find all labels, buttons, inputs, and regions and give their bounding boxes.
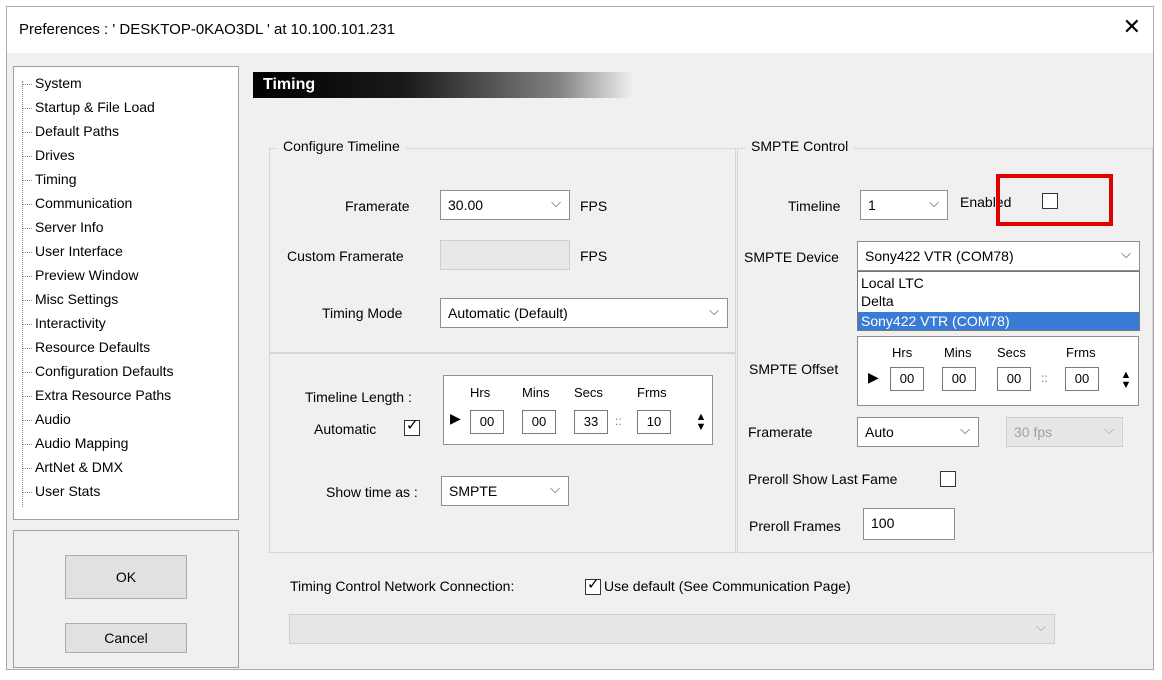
smpte-device-label: SMPTE Device bbox=[744, 249, 839, 265]
section-title: Timing bbox=[263, 76, 316, 93]
smpte-offset-timecode: Hrs Mins Secs Frms ▶ 00 00 00 :: 00 ▲ ▼ bbox=[857, 336, 1139, 406]
smpte-framerate-select[interactable]: Auto ⌵ bbox=[857, 417, 979, 447]
timeline-length-timecode: Hrs Mins Secs Frms ▶ 00 00 33 :: 10 ▲ ▼ bbox=[443, 375, 713, 445]
tree-item-system[interactable]: System bbox=[22, 75, 82, 95]
offset-frames[interactable]: 00 bbox=[1065, 367, 1099, 391]
custom-fps-label: FPS bbox=[580, 248, 608, 264]
play-arrow-icon[interactable]: ▶ bbox=[868, 369, 879, 393]
timeline-length-label: Timeline Length : bbox=[305, 389, 412, 405]
show-time-label: Show time as : bbox=[326, 484, 418, 500]
window-title: Preferences : ' DESKTOP-0KAO3DL ' at 10.… bbox=[19, 21, 395, 38]
smpte-offset-label: SMPTE Offset bbox=[749, 361, 839, 377]
network-connection-select[interactable]: ⌵ bbox=[289, 614, 1055, 644]
smpte-device-dropdown: Local LTC Delta Sony422 VTR (COM78) bbox=[857, 271, 1140, 331]
tree-item-interactivity[interactable]: Interactivity bbox=[22, 315, 106, 335]
smpte-control-title: SMPTE Control bbox=[745, 138, 855, 154]
tree-item-user-interface[interactable]: User Interface bbox=[22, 243, 123, 263]
title-bar: Preferences : ' DESKTOP-0KAO3DL ' at 10.… bbox=[7, 7, 1153, 53]
tree-item-preview-window[interactable]: Preview Window bbox=[22, 267, 138, 287]
tree-item-user-stats[interactable]: User Stats bbox=[22, 483, 100, 503]
offset-hours[interactable]: 00 bbox=[890, 367, 924, 391]
tc-seconds[interactable]: 33 bbox=[574, 410, 608, 434]
use-default-checkbox[interactable]: ✓ bbox=[585, 576, 601, 595]
tree-item-default-paths[interactable]: Default Paths bbox=[22, 123, 119, 143]
chevron-down-icon: ⌵ bbox=[551, 195, 561, 210]
ok-button[interactable]: OK bbox=[65, 555, 187, 599]
network-connection-label: Timing Control Network Connection: bbox=[290, 578, 515, 594]
spin-updown-icon[interactable]: ▲ ▼ bbox=[1120, 370, 1132, 391]
custom-framerate-label: Custom Framerate bbox=[287, 248, 404, 264]
category-tree[interactable]: System Startup & File Load Default Paths… bbox=[13, 66, 239, 520]
timing-mode-select[interactable]: Automatic (Default) ⌵ bbox=[440, 298, 728, 328]
offset-minutes[interactable]: 00 bbox=[942, 367, 976, 391]
dropdown-option-local-ltc[interactable]: Local LTC bbox=[858, 274, 1139, 292]
tree-item-artnet-dmx[interactable]: ArtNet & DMX bbox=[22, 459, 123, 479]
framerate-label: Framerate bbox=[345, 198, 410, 214]
play-arrow-icon[interactable]: ▶ bbox=[450, 410, 461, 434]
framerate-fps-label: FPS bbox=[580, 198, 608, 214]
tree-item-server-info[interactable]: Server Info bbox=[22, 219, 103, 239]
use-default-label: Use default (See Communication Page) bbox=[604, 578, 851, 594]
show-time-select[interactable]: SMPTE ⌵ bbox=[441, 476, 569, 506]
section-header: Timing bbox=[253, 72, 633, 98]
smpte-framerate-label: Framerate bbox=[748, 424, 813, 440]
tree-item-drives[interactable]: Drives bbox=[22, 147, 75, 167]
tree-item-audio[interactable]: Audio bbox=[22, 411, 71, 431]
timeline-select[interactable]: 1 ⌵ bbox=[860, 190, 948, 220]
chevron-down-icon: ⌵ bbox=[1121, 246, 1131, 261]
tree-item-configuration-defaults[interactable]: Configuration Defaults bbox=[22, 363, 174, 383]
tree-item-resource-defaults[interactable]: Resource Defaults bbox=[22, 339, 150, 359]
tc-hours[interactable]: 00 bbox=[470, 410, 504, 434]
highlight-box bbox=[996, 174, 1113, 226]
framerate-select[interactable]: 30.00 ⌵ bbox=[440, 190, 570, 220]
dialog-buttons-panel: OK Cancel bbox=[13, 530, 239, 668]
chevron-down-icon: ⌵ bbox=[1104, 422, 1114, 437]
smpte-device-select[interactable]: Sony422 VTR (COM78) ⌵ bbox=[857, 241, 1140, 271]
cancel-button[interactable]: Cancel bbox=[65, 623, 187, 653]
offset-seconds[interactable]: 00 bbox=[997, 367, 1031, 391]
tc-frames[interactable]: 10 bbox=[637, 410, 671, 434]
chevron-down-icon: ⌵ bbox=[709, 303, 719, 318]
chevron-down-icon: ⌵ bbox=[550, 481, 560, 496]
timeline-label: Timeline bbox=[788, 198, 841, 214]
chevron-down-icon: ⌵ bbox=[960, 422, 970, 437]
tree-item-misc-settings[interactable]: Misc Settings bbox=[22, 291, 118, 311]
automatic-checkbox[interactable]: ✓ bbox=[404, 417, 420, 436]
tc-minutes[interactable]: 00 bbox=[522, 410, 556, 434]
tree-item-timing[interactable]: Timing bbox=[22, 171, 77, 191]
preroll-frames-label: Preroll Frames bbox=[749, 518, 841, 534]
automatic-label: Automatic bbox=[314, 421, 377, 437]
preroll-show-checkbox[interactable] bbox=[940, 471, 956, 487]
tree-item-audio-mapping[interactable]: Audio Mapping bbox=[22, 435, 128, 455]
tree-item-extra-resource-paths[interactable]: Extra Resource Paths bbox=[22, 387, 171, 407]
check-icon: ✓ bbox=[406, 417, 419, 434]
spin-updown-icon[interactable]: ▲ ▼ bbox=[695, 412, 707, 433]
chevron-down-icon: ⌵ bbox=[929, 195, 939, 210]
custom-framerate-input[interactable] bbox=[440, 240, 570, 270]
tree-item-communication[interactable]: Communication bbox=[22, 195, 132, 215]
configure-timeline-title: Configure Timeline bbox=[277, 138, 406, 154]
close-icon[interactable]: ✕ bbox=[1123, 16, 1141, 38]
dropdown-option-delta[interactable]: Delta bbox=[858, 292, 1139, 310]
dropdown-option-sony422[interactable]: Sony422 VTR (COM78) bbox=[858, 312, 1139, 330]
preroll-frames-input[interactable]: 100 bbox=[863, 508, 955, 540]
tree-item-startup[interactable]: Startup & File Load bbox=[22, 99, 155, 119]
preroll-show-label: Preroll Show Last Fame bbox=[748, 471, 898, 487]
chevron-down-icon: ⌵ bbox=[1036, 619, 1046, 634]
smpte-fps-select[interactable]: 30 fps ⌵ bbox=[1006, 417, 1123, 447]
check-icon: ✓ bbox=[587, 576, 600, 593]
timing-mode-label: Timing Mode bbox=[322, 305, 403, 321]
